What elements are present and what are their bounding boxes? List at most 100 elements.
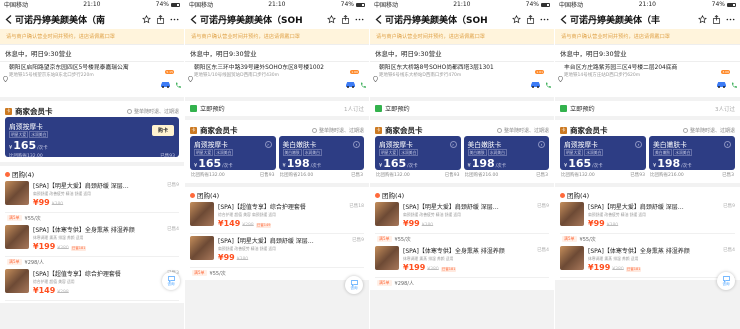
carrier-label: 中国移动 — [374, 2, 399, 9]
back-button[interactable] — [373, 12, 385, 26]
deal-price-value: 199 — [408, 263, 426, 272]
share-icon[interactable] — [712, 14, 721, 24]
consult-button[interactable]: 咨询 — [162, 272, 180, 290]
favorite-star-icon[interactable] — [142, 14, 151, 24]
deal-tags: 体寒调理 熏蒸 排湿 养颜 适用 — [588, 256, 639, 261]
store-title: 可诺丹婷美颜美体（SOH — [200, 15, 303, 26]
member-card[interactable]: 美白嫩肤卡 › 美白嫩肤 水润美白 ¥198/次卡 — [463, 136, 549, 170]
deal-item[interactable]: [SPA]【体寒专供】全身熏蒸 排湿养颜 体寒调理 熏蒸 排湿 养颜 适用 ¥199… — [5, 223, 179, 257]
deal-tags: 肩颈舒缓 改善疲劳 精油 舒缓 适用 — [588, 212, 646, 217]
booking-row[interactable]: 立即预约 3人订过 — [555, 101, 740, 116]
more-icon[interactable] — [726, 15, 735, 24]
navigation-car-icon[interactable] — [716, 73, 727, 88]
more-icon[interactable] — [355, 15, 364, 24]
deal-body: [SPA]【明星大爱】肩颈舒缓 深层… 肩颈舒缓 改善疲劳 精油 舒缓 适用 ¥99… — [588, 202, 723, 231]
car-badge: 1·61 — [535, 70, 544, 74]
favorite-star-icon[interactable] — [698, 14, 707, 24]
chevron-right-icon: › — [724, 140, 731, 148]
card-compare: 比团购省216.00 — [650, 173, 684, 178]
deal-sub-offer: 满5单 ¥55/次 — [5, 213, 179, 223]
deal-tags: 肩颈舒缓 改善疲劳 精油 舒缓 适用 — [33, 191, 91, 196]
card-price-unit: /次卡 — [222, 164, 233, 169]
sub-offer-text: ¥55/次 — [209, 270, 226, 277]
sub-offer-chip: 满5单 — [377, 280, 392, 286]
booking-row[interactable]: 立即预约 1人订过 — [185, 101, 369, 116]
deal-item[interactable]: [SPA]【超值专享】综合护理套餐 综合护理 超值 美容 肩颈舒缓 适用 ¥149 ¥… — [190, 200, 364, 234]
metro-distance: 距地铁15号线望京东站B东北口步行220m — [9, 73, 94, 78]
back-button[interactable] — [558, 12, 570, 26]
sub-offer-text: ¥55/次 — [394, 236, 411, 243]
address-block[interactable]: 朝阳区启阳路望京东园四区5号楼昆泰嘉瑞公寓 距地铁15号线望京东站B东北口步行22… — [0, 61, 184, 97]
consult-button[interactable]: 咨询 — [345, 276, 363, 294]
deal-item[interactable]: [SPA]【体寒专供】全身熏蒸 排湿养颜 体寒调理 熏蒸 排湿 养颜 适用 ¥199… — [375, 244, 549, 278]
sub-offer-text: ¥298/人 — [24, 259, 44, 266]
member-card-section: 卡商家会员卡 整单随时退、过期退 肩颈按摩卡 › 明星大爱 水润美白 ¥165/次卡 比团购省… — [370, 120, 554, 183]
member-card[interactable]: 肩颈按摩卡 › 明星大爱 水润美白 ¥165/次卡 — [560, 136, 646, 170]
deal-original-price: ¥380 — [612, 267, 624, 272]
share-icon[interactable] — [156, 14, 165, 24]
deal-saving-badge: 已省181 — [70, 246, 87, 251]
card-sold: 已售93 — [444, 173, 460, 178]
address-block[interactable]: 丰台区方庄路紫芳园三区4号楼二层204底商 距地铁14号线方庄站D西口步行620m… — [555, 61, 740, 97]
deal-tags: 肩颈舒缓 改善疲劳 精油 舒缓 适用 — [403, 212, 461, 217]
deal-body: [SPA]【体寒专供】全身熏蒸 排湿养颜 体寒调理 熏蒸 排湿 养颜 适用 ¥199… — [588, 246, 723, 275]
deal-item[interactable]: [SPA]【明星大爱】肩颈舒缓 深层… 肩颈舒缓 改善疲劳 精油 舒缓 适用 ¥99… — [190, 234, 364, 268]
card-price-value: 198 — [471, 157, 495, 170]
booking-row[interactable]: 立即预约 — [370, 101, 554, 116]
share-icon[interactable] — [341, 14, 350, 24]
deal-item[interactable]: [SPA]【明星大爱】肩颈舒缓 深层… 肩颈舒缓 改善疲劳 精油 舒缓 适用 ¥99… — [5, 179, 179, 213]
nav-header: 可诺丹婷美颜美体（丰 — [555, 9, 740, 29]
deal-thumbnail — [190, 236, 214, 260]
navigation-car-icon[interactable] — [345, 73, 356, 88]
more-icon[interactable] — [540, 15, 549, 24]
back-button[interactable] — [188, 12, 200, 26]
metro-distance: 距地铁14号线方庄站D西口步行620m — [564, 73, 641, 78]
member-card[interactable]: 美白嫩肤卡 › 美白嫩肤 水润美白 ¥198/次卡 — [649, 136, 735, 170]
phone-icon[interactable] — [731, 74, 737, 88]
share-icon[interactable] — [526, 14, 535, 24]
navigation-car-icon[interactable] — [530, 73, 541, 88]
deal-sub-offer: 满5单 ¥55/次 — [375, 234, 549, 244]
deal-body: [SPA]【体寒专供】全身熏蒸 排湿养颜 体寒调理 熏蒸 排湿 养颜 适用 ¥199… — [33, 225, 167, 254]
deal-price-row: ¥99 ¥380 — [33, 198, 167, 207]
deal-original-price: ¥298 — [57, 290, 69, 295]
deal-item[interactable]: [SPA]【明星大爱】肩颈舒缓 深层… 肩颈舒缓 改善疲劳 精油 舒缓 适用 ¥99… — [560, 200, 735, 234]
more-icon[interactable] — [170, 15, 179, 24]
address-block[interactable]: 朝阳区东三环中路39号建外SOHO东区8号楼1002 距地铁1/10号线国贸站D西… — [185, 61, 369, 97]
consult-button[interactable]: 咨询 — [717, 272, 735, 290]
notice-banner: 请与商户确认营业时间并预约，进店请佩戴口罩 — [0, 29, 184, 44]
navigation-car-icon[interactable] — [160, 73, 171, 88]
deal-sold: 已售4 — [537, 248, 549, 253]
buy-card-button[interactable]: 购卡 — [151, 125, 174, 136]
member-card[interactable]: 肩颈按摩卡 明星大爱 水润美白 ¥165/次卡 购卡 比团购省132.00 已售93 — [5, 117, 179, 157]
deal-item[interactable]: [SPA]【明星大爱】肩颈舒缓 深层… 肩颈舒缓 改善疲劳 精油 舒缓 适用 ¥99… — [375, 200, 549, 234]
deal-name: [SPA]【体寒专供】全身熏蒸 排湿养颜 — [403, 248, 505, 255]
deal-name: [SPA]【明星大爱】肩颈舒缓 深层… — [588, 204, 684, 211]
phone-icon[interactable] — [545, 74, 551, 88]
card-name-row: 美白嫩肤卡 › — [279, 136, 365, 149]
car-badge: 1·66 — [350, 70, 359, 74]
address-block[interactable]: 朝阳区东大桥路8号SOHO尚都西塔3层1301 距地铁6号线东大桥站D西南口步行4… — [370, 61, 554, 97]
back-button[interactable] — [3, 12, 15, 26]
phone-icon[interactable] — [360, 74, 366, 88]
card-badge-icon: 卡 — [5, 107, 12, 115]
favorite-star-icon[interactable] — [512, 14, 521, 24]
battery-icon — [356, 2, 365, 7]
store-screen: 中国移动 21:10 74% 可诺丹婷美颜美体（南 请与商户确认营业时间并预约，进店请佩… — [0, 0, 185, 329]
member-card[interactable]: 美白嫩肤卡 › 美白嫩肤 水润美白 ¥198/次卡 — [278, 136, 365, 170]
sub-offer-text: ¥55/次 — [24, 215, 41, 222]
member-card[interactable]: 肩颈按摩卡 › 明星大爱 水润美白 ¥165/次卡 — [375, 136, 461, 170]
booking-label: 立即预约 — [200, 106, 225, 113]
group-buy-icon — [190, 192, 195, 198]
deal-sub-offer: 满5单 ¥298/人 — [5, 257, 179, 267]
deal-name: [SPA]【明星大爱】肩颈舒缓 深层… — [218, 238, 314, 245]
member-card[interactable]: 肩颈按摩卡 › 明星大爱 水润美白 ¥165/次卡 — [190, 136, 276, 170]
deal-item[interactable]: [SPA]【体寒专供】全身熏蒸 排湿养颜 体寒调理 熏蒸 排湿 养颜 适用 ¥199… — [560, 244, 735, 278]
deal-item[interactable]: [SPA]【超值专享】综合护理套餐综合护理 超值 美容 适用¥149¥298已售… — [5, 267, 179, 301]
currency-symbol: ¥ — [379, 163, 383, 169]
phone-icon[interactable] — [175, 74, 181, 88]
favorite-star-icon[interactable] — [327, 14, 336, 24]
chevron-right-icon: › — [449, 140, 457, 148]
card-section-header: 卡商家会员卡 整单随时退、过期退 — [190, 124, 364, 136]
card-compare: 比团购省132.00 — [376, 173, 410, 178]
